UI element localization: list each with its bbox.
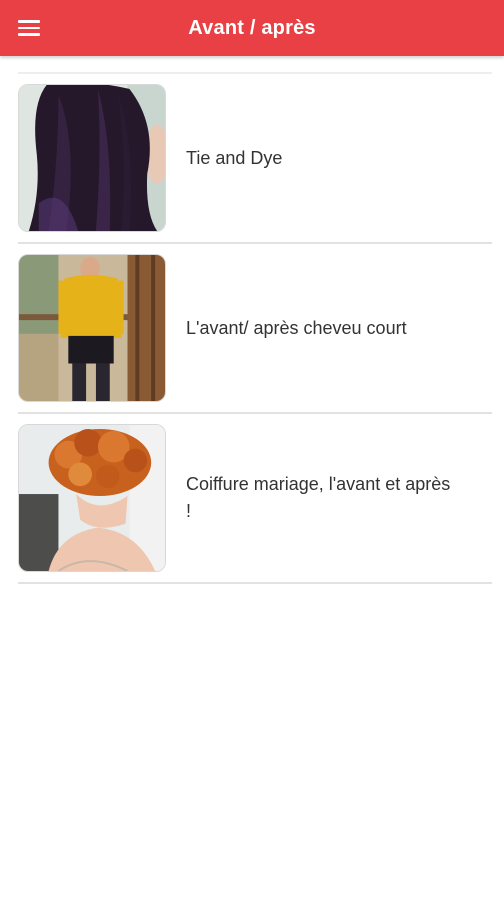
list-item[interactable]: Tie and Dye: [18, 74, 492, 244]
list-item[interactable]: L'avant/ après cheveu court: [18, 244, 492, 414]
thumbnail-image: [18, 254, 166, 402]
item-title: L'avant/ après cheveu court: [186, 317, 407, 338]
thumbnail-image: [18, 424, 166, 572]
page-title: Avant / après: [188, 16, 316, 39]
hamburger-menu-icon[interactable]: [14, 14, 44, 42]
item-title: Coiffure mariage, l'avant et après !: [186, 474, 451, 521]
thumbnail-image: [18, 84, 166, 232]
item-title: Tie and Dye: [186, 147, 283, 168]
gallery-list: Tie and Dye L'avant/ après cheveu court …: [18, 72, 492, 584]
app-bar: Avant / après: [0, 0, 504, 56]
list-item[interactable]: Coiffure mariage, l'avant et après !: [18, 414, 492, 584]
